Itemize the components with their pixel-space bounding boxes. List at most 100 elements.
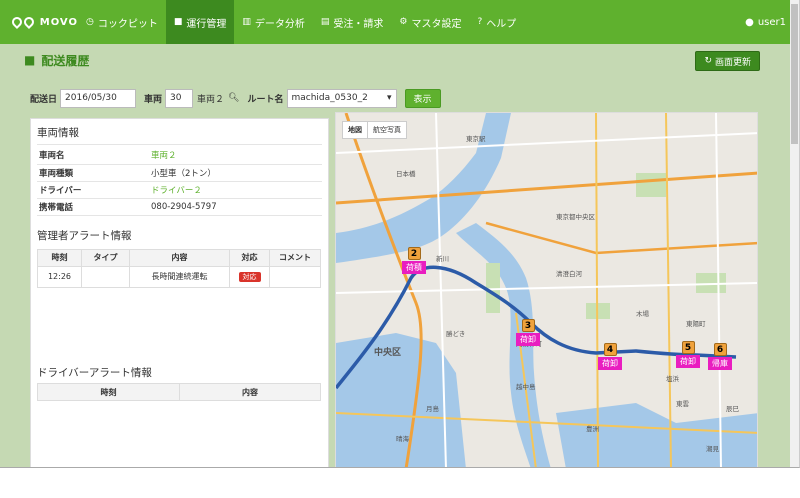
logo-text: MOVO xyxy=(39,16,78,28)
nav-cockpit[interactable]: ◷ コックピット xyxy=(78,0,166,44)
marker-label: 荷積 xyxy=(402,261,426,274)
vehicle-input[interactable]: 30 xyxy=(165,88,194,108)
col-header: 時刻 xyxy=(37,248,82,267)
map-label: 東京都中央区 xyxy=(556,213,595,221)
map-canvas xyxy=(336,113,757,467)
refresh-label: 画面更新 xyxy=(714,57,751,68)
alert-time: 12:26 xyxy=(37,265,82,288)
route-marker-4[interactable]: 4 荷卸 xyxy=(598,343,622,370)
pin-icon xyxy=(9,14,24,30)
marker-number: 6 xyxy=(713,343,727,356)
map-label: 越中島 xyxy=(516,383,536,391)
map-label: 辰巳 xyxy=(726,405,739,413)
map-label: 潮見 xyxy=(706,445,719,453)
vehicle-info-table: 車両名 車両２ 車両種類 小型車（2トン） ドライバー ドライバー２ 携帯電話 … xyxy=(37,147,322,216)
map-type-map[interactable]: 地図 xyxy=(343,122,368,138)
driver-alerts-table: 時刻 内容 xyxy=(37,383,321,401)
action-button[interactable]: 対応 xyxy=(238,271,261,282)
movo-logo[interactable]: MOVO xyxy=(0,0,78,44)
alert-type xyxy=(81,265,130,288)
marker-label: 荷卸 xyxy=(598,357,622,370)
user-icon: ● xyxy=(745,16,754,28)
table-row: 12:26 長時間連続運転 対応 xyxy=(37,265,321,288)
nav-label: ヘルプ xyxy=(486,18,517,30)
map-type-toggle: 地図 航空写真 xyxy=(342,121,407,139)
col-header: 内容 xyxy=(129,248,230,267)
alert-comment xyxy=(269,265,321,288)
page-title-text: 配送履歴 xyxy=(41,53,90,68)
info-value: 080-2904-5797 xyxy=(149,198,322,216)
route-marker-3[interactable]: 3 荷卸 xyxy=(516,319,540,346)
vehicle-label: 車両 xyxy=(144,94,163,105)
route-map[interactable]: 地図 航空写真 東京駅 日本橋 東京都中央区 中央区 月島 豊洲 東雲 辰巳 木… xyxy=(335,112,758,467)
map-label: 東陽町 xyxy=(686,320,706,328)
page-header: ■ 配送履歴 ↻ 画面更新 xyxy=(8,44,780,76)
show-button[interactable]: 表示 xyxy=(404,88,441,108)
filter-bar: 配送日 2016/05/30 車両 30 車両２ 🔍︎ ルート名 machida… xyxy=(30,88,441,108)
nav-orders[interactable]: ▤ 受注・請求 xyxy=(313,0,392,44)
map-label: 中央区 xyxy=(374,348,402,358)
marker-number: 3 xyxy=(521,319,535,332)
content-panel: 配送日 2016/05/30 車両 30 車両２ 🔍︎ ルート名 machida… xyxy=(8,76,780,467)
table-row: ドライバー ドライバー２ xyxy=(37,181,322,199)
col-header: コメント xyxy=(269,248,321,267)
admin-alerts-table: 時刻 タイプ 内容 対応 コメント 12:26 長時間連続運転 対応 xyxy=(37,248,321,288)
info-value: 小型車（2トン） xyxy=(149,164,322,182)
info-key: 車両種類 xyxy=(37,164,149,182)
scrollbar-thumb[interactable] xyxy=(791,4,798,144)
marker-label: 荷卸 xyxy=(676,355,700,368)
vehicle-info-title: 車両情報 xyxy=(37,127,79,139)
driver-link[interactable]: ドライバー２ xyxy=(149,181,322,199)
alert-action-cell: 対応 xyxy=(229,265,270,288)
marker-number: 4 xyxy=(603,343,617,356)
vehicle-name-link[interactable]: 車両２ xyxy=(149,147,322,165)
col-header: 時刻 xyxy=(37,383,180,401)
user-name: user1 xyxy=(757,16,786,28)
map-label: 東雲 xyxy=(676,400,689,408)
table-row: 車両種類 小型車（2トン） xyxy=(37,164,322,182)
date-label: 配送日 xyxy=(30,94,58,105)
pin-icon xyxy=(21,14,36,30)
nav-label: データ分析 xyxy=(254,18,305,30)
table-row: 携帯電話 080-2904-5797 xyxy=(37,198,322,216)
page-title: ■ 配送履歴 xyxy=(24,52,89,69)
left-column: 車両情報 車両名 車両２ 車両種類 小型車（2トン） ドライバー ドライバー２ … xyxy=(30,118,329,467)
truck-icon: ■ xyxy=(173,17,183,27)
help-icon: ? xyxy=(477,17,483,27)
bar-chart-icon: ▥ xyxy=(242,17,251,27)
col-header: 対応 xyxy=(229,248,270,267)
search-icon[interactable]: 🔍︎ xyxy=(228,93,239,103)
date-input[interactable]: 2016/05/30 xyxy=(60,88,137,108)
map-label: 晴海 xyxy=(396,435,409,443)
map-label: 日本橋 xyxy=(396,170,416,178)
marker-number: 2 xyxy=(407,247,421,260)
nav-help[interactable]: ? ヘルプ xyxy=(469,0,524,44)
route-marker-6[interactable]: 6 帰庫 xyxy=(708,343,732,370)
map-type-satellite[interactable]: 航空写真 xyxy=(368,122,406,138)
truck-icon: ■ xyxy=(24,53,36,67)
map-label: 塩浜 xyxy=(666,375,679,383)
route-marker-2[interactable]: 2 荷積 xyxy=(402,247,426,274)
refresh-icon: ↻ xyxy=(704,56,712,66)
col-header: 内容 xyxy=(179,383,321,401)
gears-icon: ⚙ xyxy=(399,17,408,27)
nav-label: マスタ設定 xyxy=(411,18,462,30)
dashboard-icon: ◷ xyxy=(86,17,94,27)
vertical-scrollbar[interactable] xyxy=(790,0,799,467)
nav-label: 運行管理 xyxy=(186,18,227,30)
caret-down-icon: ▾ xyxy=(386,93,392,103)
top-navbar: MOVO ◷ コックピット ■ 運行管理 ▥ データ分析 ▤ 受注・請求 ⚙ マ… xyxy=(0,0,799,44)
table-header-row: 時刻 タイプ 内容 対応 コメント xyxy=(37,248,321,267)
nav-analytics[interactable]: ▥ データ分析 xyxy=(234,0,313,44)
nav-label: コックピット xyxy=(97,18,158,30)
refresh-button[interactable]: ↻ 画面更新 xyxy=(695,51,760,71)
marker-label: 帰庫 xyxy=(708,357,732,370)
route-marker-5[interactable]: 5 荷卸 xyxy=(676,341,700,368)
map-label: 勝どき xyxy=(446,330,466,338)
map-label: 月島 xyxy=(426,405,439,413)
nav-master[interactable]: ⚙ マスタ設定 xyxy=(391,0,469,44)
app-window: MOVO ◷ コックピット ■ 運行管理 ▥ データ分析 ▤ 受注・請求 ⚙ マ… xyxy=(0,0,800,468)
nav-operations[interactable]: ■ 運行管理 xyxy=(165,0,235,44)
info-key: 携帯電話 xyxy=(37,198,149,216)
route-select[interactable]: machida_0530_2 ▾ xyxy=(286,88,397,108)
